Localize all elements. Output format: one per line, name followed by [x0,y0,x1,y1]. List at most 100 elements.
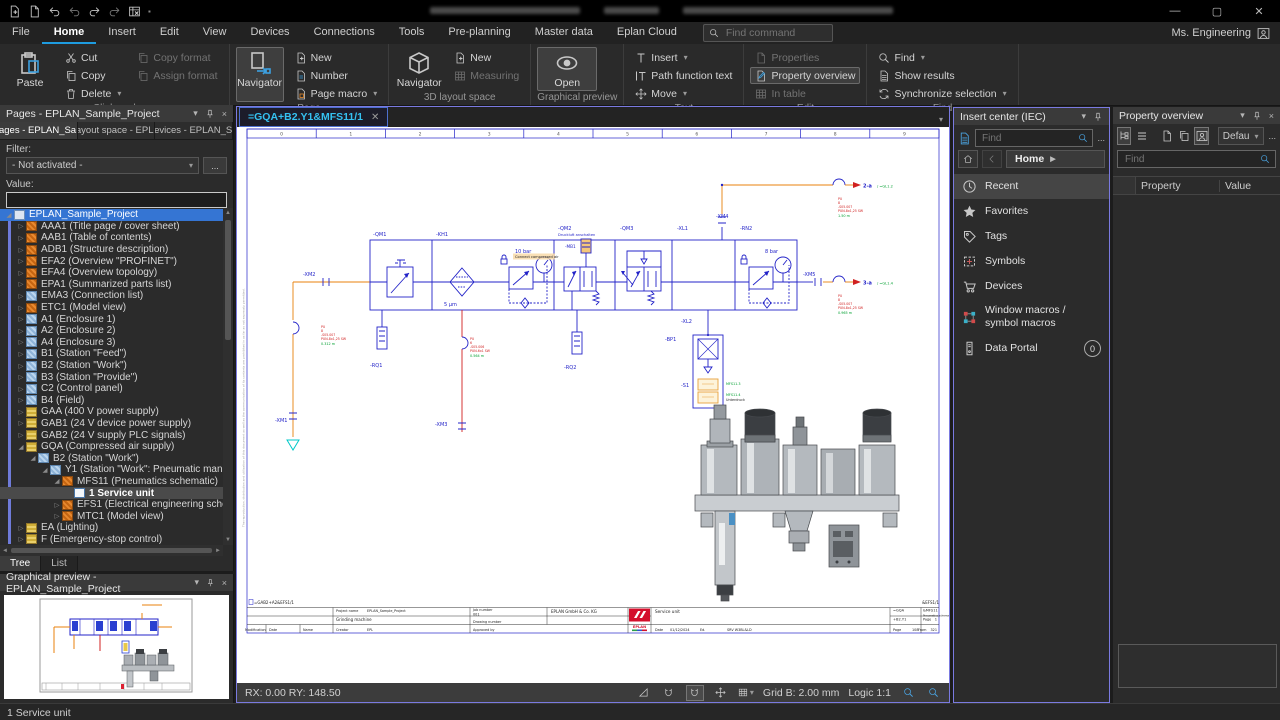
new-page-icon[interactable] [8,5,21,18]
text-insert-button[interactable]: Insert▾ [630,49,737,66]
tab-devices[interactable]: Devices [238,22,301,44]
tab-tools[interactable]: Tools [387,22,437,44]
open-page-icon[interactable] [28,5,41,18]
pin-icon[interactable] [1093,112,1103,122]
layout-space-tab[interactable]: Layout space - EPL... [78,122,156,139]
minimize-button[interactable]: — [1154,0,1196,22]
zoom-in-icon[interactable] [900,686,916,700]
zoom-out-icon[interactable] [925,686,941,700]
property-column-header[interactable]: Property [1136,180,1220,192]
tree-item[interactable]: ▷ GAA (400 V power supply) [0,406,223,418]
layout-navigator-button[interactable]: Navigator [395,47,443,91]
tree-item[interactable]: ▷ EFA4 (Overview topology) [0,267,223,279]
find-command-input[interactable] [724,26,818,40]
delete-button[interactable]: Delete▾ [60,85,126,102]
document-tab[interactable]: =GQA+B2.Y1&MFS11/1✕ [239,107,388,127]
insert-center-item[interactable]: Data Portal 0 [954,335,1109,362]
insert-find-input[interactable] [980,132,1074,145]
page-macro-button[interactable]: Page macro▾ [290,85,383,102]
breadcrumb[interactable]: Home▶ [1006,150,1105,168]
schematic-canvas[interactable]: 0123456789 The reproduction, distributio… [237,127,949,684]
insert-center-item[interactable]: Window macros / symbol macros [954,299,1109,335]
insert-more-button[interactable]: ... [1097,133,1105,143]
cut-button[interactable]: Cut [60,49,126,66]
page-number-button[interactable]: Number [290,67,383,84]
tree-item[interactable]: ▷ GAB2 (24 V supply PLC signals) [0,429,223,441]
pages-panel-header[interactable]: Pages - EPLAN_Sample_Project ▾ × [0,105,233,122]
panel-close-icon[interactable]: × [1269,111,1274,121]
toolbar-overflow-icon[interactable]: ▪ [148,7,151,16]
angle-snap-icon[interactable] [636,686,652,700]
properties-button[interactable]: Properties [750,49,860,66]
tree-item[interactable]: ▷ B4 (Field) [0,395,223,407]
property-find-box[interactable] [1117,150,1276,168]
tree-item[interactable]: ▷ EFA2 (Overview "PROFINET") [0,255,223,267]
property-find-input[interactable] [1123,153,1260,166]
snap-to-grid-icon[interactable] [686,685,704,701]
open-preview-button[interactable]: Open [537,47,597,91]
undo-list-icon[interactable] [68,5,81,18]
tree-item[interactable]: ▷ ETC1 (Model view) [0,302,223,314]
find-button[interactable]: Find▾ [873,49,1011,66]
panel-close-icon[interactable]: × [222,578,227,588]
tree-vertical-scrollbar[interactable]: ▲▼ [223,208,233,545]
insert-center-item[interactable]: Symbols [954,249,1109,274]
preview-thumbnail[interactable] [4,595,229,699]
copy-button[interactable]: Copy [60,67,126,84]
tree-item[interactable]: ▷ EPA1 (Summarized parts list) [0,279,223,291]
tree-item[interactable]: ▷ AAB1 (Table of contents) [0,232,223,244]
insert-find-box[interactable] [975,129,1093,147]
show-results-button[interactable]: Show results [873,67,1011,84]
home-button[interactable] [958,150,978,168]
tree-item[interactable]: 1 Service unit [0,487,223,499]
assign-format-button[interactable]: Assign format [132,67,222,84]
tree-item[interactable]: ▷ EMA3 (Connection list) [0,290,223,302]
insert-center-item[interactable]: Favorites [954,199,1109,224]
tree-item[interactable]: ▷ A1 (Enclosure 1) [0,313,223,325]
tab-edit[interactable]: Edit [148,22,191,44]
insert-center-item[interactable]: Recent [954,174,1109,199]
tree-item[interactable]: ▷ EA (Lighting) [0,522,223,534]
page-new-button[interactable]: New [290,49,383,66]
property-overview-header[interactable]: Property overview ▾ × [1113,107,1280,124]
panel-menu-icon[interactable]: ▾ [1240,110,1245,121]
redo-icon[interactable] [88,5,101,18]
tab-insert[interactable]: Insert [96,22,148,44]
text-move-button[interactable]: Move▾ [630,85,737,102]
tab-view[interactable]: View [191,22,239,44]
user-account-icon[interactable] [1257,27,1270,40]
tree-item[interactable]: ◢ B2 (Station "Work") [0,452,223,464]
paste-button[interactable]: Paste [6,47,54,102]
value-input[interactable] [6,192,227,208]
tree-item[interactable]: ▷ AAA1 (Title page / cover sheet) [0,221,223,233]
pin-icon[interactable] [1252,111,1262,121]
object-snap-icon[interactable] [661,686,677,700]
maximize-button[interactable]: ▢ [1196,0,1238,22]
tree-item[interactable]: ▷ ADB1 (Structure description) [0,244,223,256]
tree-item[interactable]: ▷ B2 (Station "Work") [0,360,223,372]
tab-file[interactable]: File [0,22,42,44]
tab-pre-planning[interactable]: Pre-planning [436,22,522,44]
tree-item[interactable]: ◢ EPLAN_Sample_Project [0,209,223,221]
pages-tab[interactable]: Pages - EPLAN_Sa... [0,122,78,139]
panel-close-icon[interactable]: × [222,109,227,119]
tree-item[interactable]: ◢ MFS11 (Pneumatics schematic) [0,476,223,488]
panel-menu-icon[interactable]: ▾ [194,577,199,588]
move-handle-icon[interactable] [713,686,729,700]
scheme-dropdown[interactable]: Defau▾ [1218,127,1264,145]
tree-view-icon[interactable] [1117,127,1131,145]
insert-center-header[interactable]: Insert center (IEC) ▾ [954,108,1109,125]
user-filter-icon[interactable] [1194,127,1208,145]
tab-list-dropdown-icon[interactable]: ▾ [939,115,943,124]
tree-item[interactable]: ◢ Y1 (Station "Work": Pneumatic manifold… [0,464,223,476]
search-icon[interactable] [1078,133,1088,143]
copy-format-button[interactable]: Copy format [132,49,222,66]
tree-item[interactable]: ◢ GQA (Compressed air supply) [0,441,223,453]
tree-item[interactable]: ▷ B3 (Station "Provide") [0,371,223,383]
grid-display-icon[interactable]: ▾ [738,686,754,700]
copy-properties-icon[interactable] [1160,127,1174,145]
paste-properties-icon[interactable] [1177,127,1191,145]
pin-icon[interactable] [206,578,215,588]
close-button[interactable]: ✕ [1238,0,1280,22]
insert-center-item[interactable]: Devices [954,274,1109,299]
